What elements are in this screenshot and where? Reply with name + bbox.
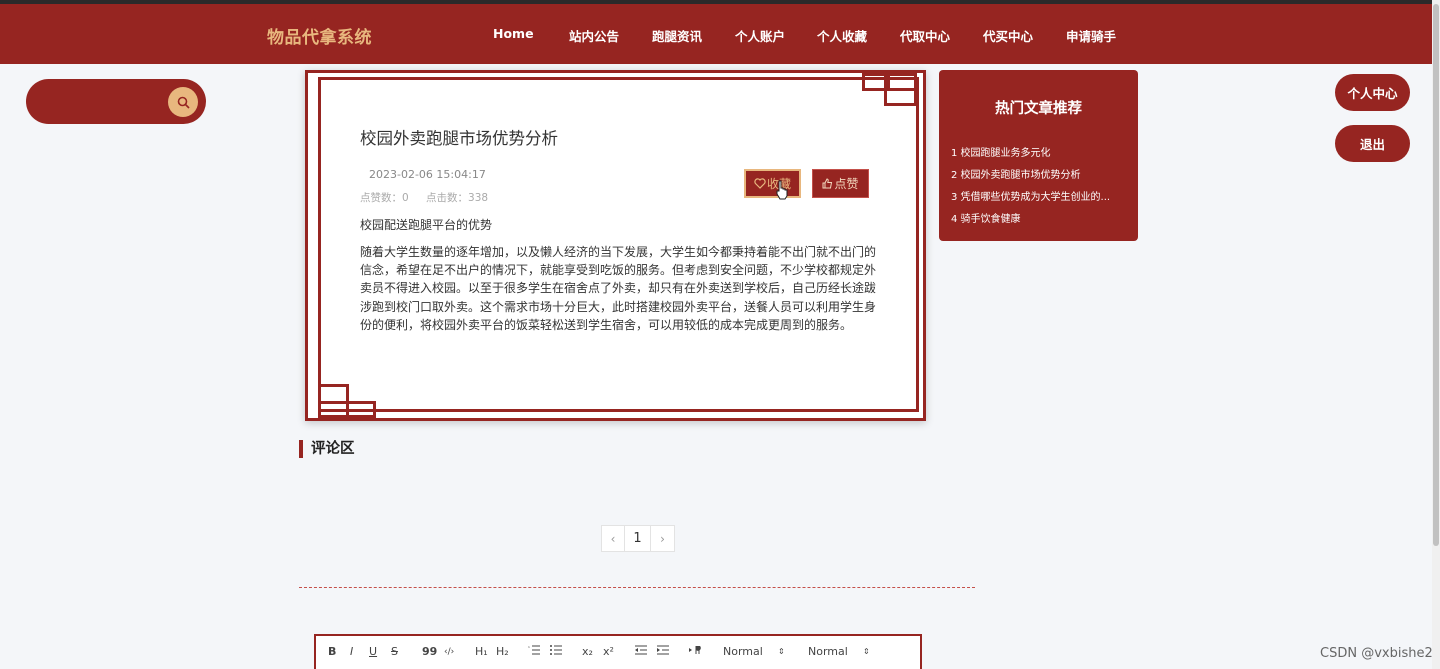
outdent-icon — [635, 645, 647, 655]
pagination: ‹ 1 › — [601, 525, 675, 552]
hot-articles-title: 热门文章推荐 — [995, 101, 1082, 117]
subscript-button[interactable]: x₂ — [582, 645, 593, 658]
text-direction-icon — [689, 646, 701, 654]
ordered-list-icon: 1 — [528, 645, 540, 655]
underline-button[interactable]: U — [369, 645, 377, 658]
hot-articles-panel: 热门文章推荐 1 校园跑腿业务多元化 2 校园外卖跑腿市场优势分析 3 凭借哪些… — [939, 70, 1138, 241]
svg-text:1: 1 — [528, 645, 530, 649]
search-box — [26, 79, 206, 124]
italic-button[interactable]: I — [350, 645, 353, 658]
search-icon — [177, 96, 190, 109]
article-card: 校园外卖跑腿市场优势分析 2023-02-06 15:04:17 点赞数：0 点… — [305, 70, 926, 421]
csdn-watermark: CSDN @vxbishe2 — [1320, 646, 1433, 661]
pointer-cursor-icon — [776, 180, 788, 200]
comments-heading: 评论区 — [299, 440, 355, 458]
article-date: 2023-02-06 15:04:17 — [369, 168, 486, 181]
size-select[interactable]: Normal — [723, 645, 763, 658]
click-count: 点击数：338 — [426, 192, 489, 204]
indent-button[interactable] — [657, 645, 669, 658]
article-body: 随着大学生数量的逐年增加，以及懒人经济的当下发展，大学生如今都秉持着能不出门就不… — [360, 245, 877, 332]
ordered-list-button[interactable]: 1 — [528, 645, 540, 658]
search-button[interactable] — [168, 87, 198, 117]
search-input[interactable] — [44, 91, 174, 112]
article-title: 校园外卖跑腿市场优势分析 — [360, 129, 558, 148]
nav-pickup-center[interactable]: 代取中心 — [900, 26, 950, 45]
page-scrollbar[interactable] — [1432, 0, 1440, 669]
heart-icon — [754, 178, 766, 189]
size-select-arrow-icon: ⇕ — [778, 647, 785, 656]
nav-errand-news[interactable]: 跑腿资讯 — [652, 26, 702, 45]
like-label: 点赞 — [834, 177, 859, 191]
corner-decoration — [884, 88, 917, 106]
indent-icon — [657, 645, 669, 655]
heading2-button[interactable]: H₂ — [496, 645, 509, 658]
favorite-button[interactable]: 收藏 — [744, 169, 801, 198]
prev-page-button[interactable]: ‹ — [602, 526, 625, 551]
next-page-button[interactable]: › — [651, 526, 674, 551]
nav-home[interactable]: Home — [493, 26, 534, 41]
corner-decoration — [318, 401, 349, 418]
top-navbar: 物品代拿系统 Home 站内公告 跑腿资讯 个人账户 个人收藏 代取中心 代买中… — [0, 4, 1432, 64]
bullet-list-icon — [550, 645, 562, 655]
thumbs-up-icon — [822, 178, 833, 189]
like-button[interactable]: 点赞 — [812, 169, 869, 198]
nav-apply-rider[interactable]: 申请骑手 — [1066, 26, 1116, 45]
personal-center-button[interactable]: 个人中心 — [1335, 74, 1410, 111]
bold-button[interactable]: B — [328, 645, 336, 658]
article-subtitle: 校园配送跑腿平台的优势 — [360, 218, 493, 232]
hot-article-item[interactable]: 4 骑手饮食健康 — [951, 210, 1127, 225]
nav-purchase-center[interactable]: 代买中心 — [983, 26, 1033, 45]
header-select[interactable]: Normal — [808, 645, 848, 658]
code-button[interactable]: ‹/› — [444, 647, 454, 657]
nav-announcements[interactable]: 站内公告 — [569, 26, 619, 45]
page-number-current[interactable]: 1 — [625, 526, 651, 551]
outdent-button[interactable] — [635, 645, 647, 658]
bullet-list-button[interactable] — [550, 645, 562, 658]
header-select-arrow-icon: ⇕ — [863, 647, 870, 656]
hot-article-item[interactable]: 1 校园跑腿业务多元化 — [951, 144, 1127, 159]
rich-text-editor: B I U S 99 ‹/› H₁ H₂ 1 x₂ x² Normal ⇕ No… — [314, 634, 922, 669]
hot-article-item[interactable]: 3 凭借哪些优势成为大学生创业的... — [951, 188, 1127, 203]
quote-button[interactable]: 99 — [422, 645, 437, 658]
like-count: 点赞数：0 — [360, 192, 409, 204]
superscript-button[interactable]: x² — [603, 645, 614, 658]
brand-title: 物品代拿系统 — [267, 28, 372, 48]
nav-personal-account[interactable]: 个人账户 — [735, 26, 785, 45]
hot-article-item[interactable]: 2 校园外卖跑腿市场优势分析 — [951, 166, 1127, 181]
heading1-button[interactable]: H₁ — [475, 645, 488, 658]
corner-decoration — [346, 401, 376, 418]
logout-button[interactable]: 退出 — [1335, 125, 1410, 162]
text-direction-button[interactable] — [689, 645, 701, 658]
section-divider — [299, 587, 975, 588]
scrollbar-thumb[interactable] — [1433, 4, 1439, 546]
article-stats: 点赞数：0 点击数：338 — [360, 190, 502, 205]
nav-favorites[interactable]: 个人收藏 — [817, 26, 867, 45]
strike-button[interactable]: S — [391, 645, 398, 658]
